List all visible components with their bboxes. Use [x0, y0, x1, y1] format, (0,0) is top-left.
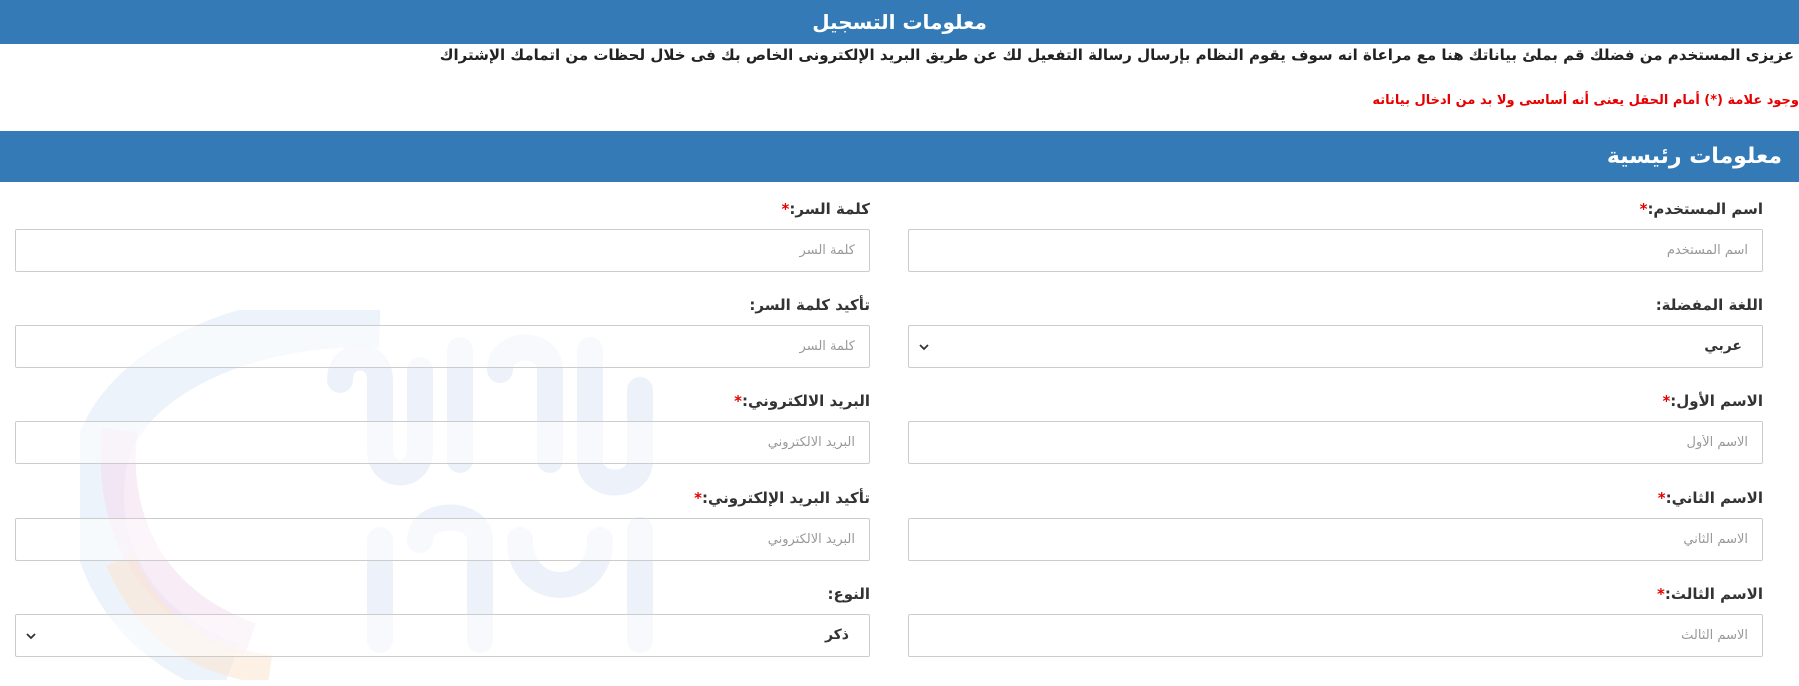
confirm-email-label: تأكيد البريد الإلكتروني:*	[694, 489, 870, 507]
password-input[interactable]	[15, 229, 870, 272]
third-name-field-group: الاسم الثالث:*	[908, 582, 1763, 657]
gender-select[interactable]: ذكر	[15, 614, 870, 657]
intro-text: عزيزى المستخدم من فضلك قم بملئ بياناتك ه…	[439, 46, 1794, 64]
second-name-label: الاسم الثاني:*	[1657, 489, 1763, 507]
section-title: معلومات رئيسية	[1606, 144, 1782, 169]
required-mark: *	[1657, 585, 1665, 603]
username-field-group: اسم المستخدم:*	[908, 197, 1763, 272]
second-name-field-group: الاسم الثاني:*	[908, 486, 1763, 561]
first-name-label: الاسم الأول:*	[1662, 392, 1763, 410]
first-name-input[interactable]	[908, 421, 1763, 464]
required-mark: *	[1657, 489, 1666, 507]
required-mark: *	[734, 392, 742, 410]
confirm-password-field-group: تأكيد كلمة السر:	[15, 293, 870, 368]
third-name-input[interactable]	[908, 614, 1763, 657]
email-field-group: البريد الالكتروني:*	[15, 389, 870, 464]
second-name-input[interactable]	[908, 518, 1763, 561]
language-label: اللغة المفضلة:	[1655, 296, 1763, 314]
email-input[interactable]	[15, 421, 870, 464]
email-label: البريد الالكتروني:*	[734, 392, 870, 410]
password-label: كلمة السر:*	[781, 200, 870, 218]
third-name-label: الاسم الثالث:*	[1657, 585, 1763, 603]
username-label: اسم المستخدم:*	[1639, 200, 1763, 218]
first-name-field-group: الاسم الأول:*	[908, 389, 1763, 464]
main-info-section-header: معلومات رئيسية	[0, 131, 1799, 182]
username-input[interactable]	[908, 229, 1763, 272]
password-field-group: كلمة السر:*	[15, 197, 870, 272]
required-note: وجود علامة (*) أمام الحقل يعنى أنه أساسى…	[1372, 93, 1799, 108]
confirm-password-label: تأكيد كلمة السر:	[749, 296, 870, 314]
confirm-password-input[interactable]	[15, 325, 870, 368]
gender-label: النوع:	[827, 585, 870, 603]
chevron-down-icon	[26, 633, 36, 640]
registration-header: معلومات التسجيل	[0, 0, 1799, 44]
gender-selected-value: ذكر	[824, 627, 849, 643]
language-selected-value: عربي	[1704, 338, 1742, 354]
confirm-email-field-group: تأكيد البريد الإلكتروني:*	[15, 486, 870, 561]
language-field-group: اللغة المفضلة: عربي	[908, 293, 1763, 368]
gender-field-group: النوع: ذكر	[15, 582, 870, 657]
chevron-down-icon	[919, 344, 929, 351]
required-mark: *	[694, 489, 702, 507]
registration-title: معلومات التسجيل	[812, 10, 987, 34]
confirm-email-input[interactable]	[15, 518, 870, 561]
language-select[interactable]: عربي	[908, 325, 1763, 368]
